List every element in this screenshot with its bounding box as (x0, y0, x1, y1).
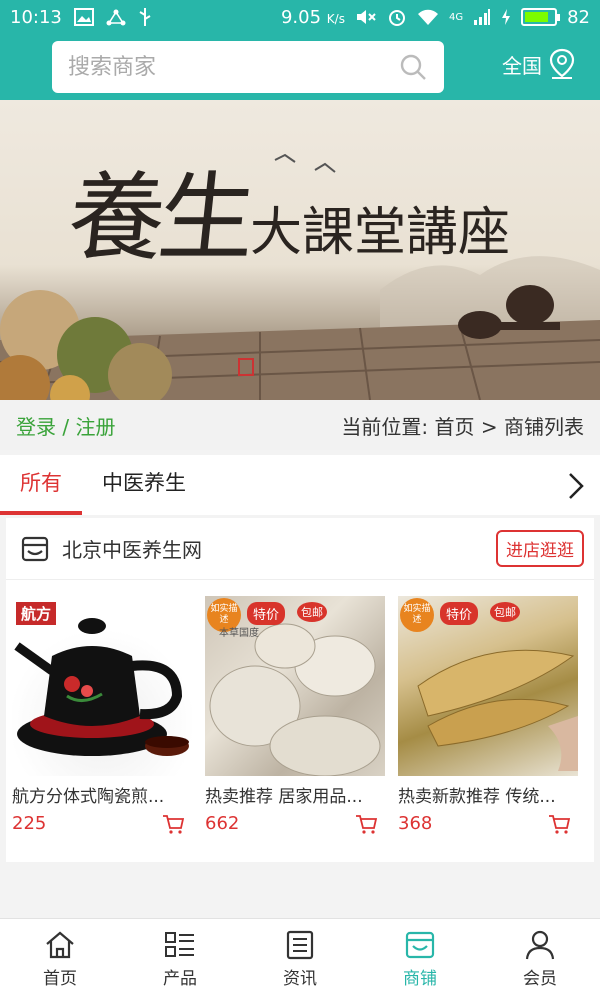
search-box[interactable] (52, 41, 444, 93)
nav-label: 会员 (523, 969, 557, 989)
nav-member[interactable]: 会员 (480, 919, 600, 1000)
store-icon (21, 536, 49, 561)
nav-home[interactable]: 首页 (0, 919, 120, 1000)
share-notification-icon (106, 9, 126, 26)
product-item[interactable]: 如实描述 特价 包邮 本草国度 热卖推荐 居家用品... 662 (205, 596, 385, 834)
region-label: 全国 (502, 53, 542, 78)
status-time: 10:13 (10, 6, 62, 28)
region-selector[interactable]: 全国 (502, 48, 576, 80)
shop-header: 北京中医养生网 进店逛逛 (6, 518, 594, 580)
search-icon[interactable] (398, 52, 428, 82)
product-list: 航方 航方分体式陶瓷煎... 225 如实描述 特价 包邮 本草国度 热卖推荐 … (6, 580, 594, 834)
brand-logo: 航方 (16, 602, 57, 625)
product-item[interactable]: 航方 航方分体式陶瓷煎... 225 (12, 596, 192, 834)
signal-icon (474, 9, 491, 25)
cart-icon[interactable] (355, 814, 377, 834)
top-header: 全国 (0, 34, 600, 100)
badge-free-shipping: 包邮 (297, 602, 327, 622)
battery-percent: 82 (567, 6, 590, 28)
tab-all[interactable]: 所有 (0, 455, 82, 515)
shop-card: 北京中医养生网 进店逛逛 航方 航方分体式陶瓷煎... 225 如实描述 特价 … (6, 518, 594, 862)
product-price: 368 (398, 813, 433, 834)
network-type: 4G (448, 11, 464, 23)
promo-banner[interactable]: 養生 大課堂講座 (0, 100, 600, 400)
nav-products[interactable]: 产品 (120, 919, 240, 1000)
cart-icon[interactable] (548, 814, 570, 834)
chevron-right-icon[interactable] (566, 471, 586, 501)
search-input[interactable] (68, 54, 398, 80)
product-image[interactable]: 航方 (12, 596, 192, 776)
badge-as-described: 如实描述 (400, 598, 434, 632)
product-title[interactable]: 热卖新款推荐 传统... (398, 782, 578, 807)
login-register-link[interactable]: 登录 / 注册 (16, 411, 115, 440)
user-icon (525, 930, 555, 960)
watermark-text: 本草国度 (219, 628, 259, 639)
product-image[interactable]: 如实描述 特价 包邮 (398, 596, 578, 776)
product-image[interactable]: 如实描述 特价 包邮 本草国度 (205, 596, 385, 776)
badge-special-price: 特价 (440, 602, 479, 625)
product-price: 662 (205, 813, 240, 834)
shop-icon (405, 931, 435, 959)
mute-icon (356, 10, 376, 24)
news-icon (286, 930, 314, 960)
bottom-nav: 首页 产品 资讯 商铺 会员 (0, 918, 600, 1000)
badge-special-price: 特价 (247, 602, 286, 625)
nav-label: 资讯 (283, 969, 317, 989)
visit-shop-button[interactable]: 进店逛逛 (496, 530, 584, 567)
nav-label: 首页 (43, 969, 77, 989)
product-title[interactable]: 热卖推荐 居家用品... (205, 782, 385, 807)
nav-label: 产品 (163, 969, 197, 989)
product-title[interactable]: 航方分体式陶瓷煎... (12, 782, 192, 807)
nav-label: 商铺 (403, 969, 437, 989)
nav-news[interactable]: 资讯 (240, 919, 360, 1000)
login-bar: 登录 / 注册 当前位置: 首页 > 商铺列表 (0, 400, 600, 450)
badge-free-shipping: 包邮 (490, 602, 520, 622)
battery-icon (521, 8, 561, 26)
wifi-icon (417, 9, 438, 25)
breadcrumb: 当前位置: 首页 > 商铺列表 (341, 414, 584, 439)
category-tabs: 所有 中医养生 (0, 455, 600, 515)
product-item[interactable]: 如实描述 特价 包邮 热卖新款推荐 传统... 368 (398, 596, 578, 834)
banner-title-small: 大課堂講座 (250, 203, 511, 263)
product-price: 225 (12, 813, 47, 834)
location-pin-icon (549, 48, 575, 79)
charging-icon (502, 9, 511, 25)
red-seal-stamp (238, 358, 254, 376)
home-icon (46, 931, 74, 959)
shop-name[interactable]: 北京中医养生网 (62, 534, 202, 563)
usb-icon (139, 8, 151, 26)
image-notification-icon (73, 8, 94, 26)
network-speed: 9.05 K/s (280, 6, 345, 28)
status-bar: 10:13 9.05 K/s 4G 82 (0, 0, 600, 34)
grid-list-icon (165, 932, 194, 957)
banner-title-big: 養生 (63, 162, 255, 274)
cart-icon[interactable] (162, 814, 184, 834)
alarm-icon (388, 10, 405, 26)
nav-shops[interactable]: 商铺 (360, 919, 480, 1000)
tab-tcm-health[interactable]: 中医养生 (82, 455, 206, 515)
